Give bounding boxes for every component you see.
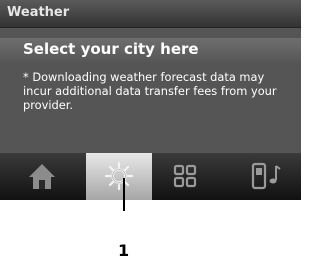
tab-weather[interactable]	[86, 153, 152, 200]
callout-number: 1	[118, 241, 130, 260]
callout-line	[123, 178, 125, 211]
select-city-link[interactable]: Select your city here	[0, 38, 301, 64]
tab-phone-music[interactable]	[244, 153, 301, 200]
title-bar: Weather	[0, 0, 301, 28]
phone-music-icon	[251, 162, 281, 190]
data-fee-notice: * Downloading weather forecast data may …	[23, 70, 277, 112]
sun-icon	[104, 161, 134, 191]
tab-bar	[0, 153, 301, 200]
weather-card: Select your city here * Downloading weat…	[0, 28, 301, 154]
home-icon	[29, 164, 55, 189]
phone-screen: Weather Select your city here * Download…	[0, 0, 301, 200]
app-title: Weather	[7, 5, 70, 20]
select-city-label: Select your city here	[23, 40, 199, 58]
tab-apps[interactable]	[152, 153, 218, 200]
grid-icon	[173, 164, 197, 188]
tab-home[interactable]	[19, 153, 85, 200]
